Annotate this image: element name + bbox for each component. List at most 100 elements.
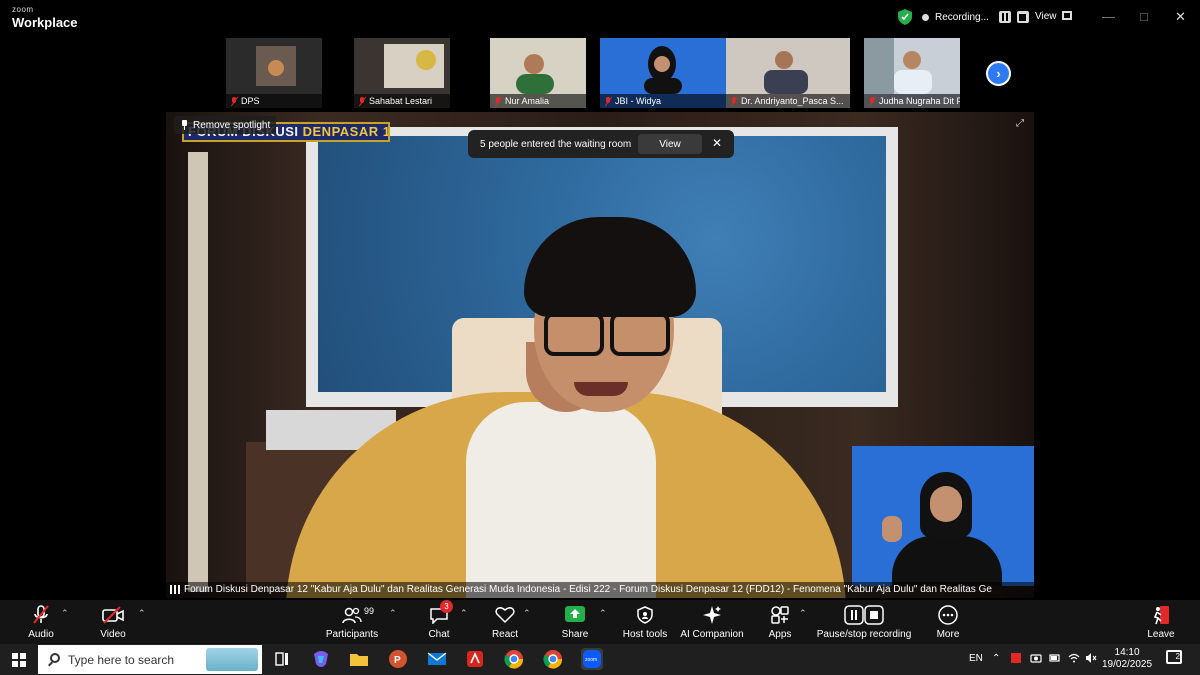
clock-date: 19/02/2025	[1102, 659, 1153, 670]
pause-stop-label: Pause/stop recording	[816, 629, 912, 640]
close-icon[interactable]: ✕	[712, 136, 722, 150]
meeting-toolbar: Audio ⌃ Video ⌃ 99 Participants ⌃ 3 Chat…	[0, 600, 1200, 644]
wifi-icon[interactable]	[1068, 652, 1080, 664]
share-screen-icon	[565, 606, 585, 622]
copilot-icon[interactable]	[310, 648, 332, 670]
remove-spotlight-label: Remove spotlight	[193, 119, 271, 131]
video-options-chevron-icon[interactable]: ⌃	[138, 608, 146, 619]
encryption-shield-icon[interactable]	[898, 9, 912, 25]
ticker-bar: Forum Diskusi Denpasar 12 "Kabur Aja Dul…	[166, 582, 1034, 598]
participants-label: Participants	[325, 629, 379, 640]
sign-language-interpreter-video[interactable]	[852, 446, 1034, 586]
pause-stop-icon	[844, 605, 884, 625]
close-icon[interactable]: ✕	[1175, 9, 1186, 25]
participants-options-chevron-icon[interactable]: ⌃	[389, 608, 397, 619]
notification-center-icon[interactable]: 2	[1166, 650, 1182, 664]
chevron-up-icon[interactable]: ⌃	[992, 653, 1000, 664]
recording-label: Recording...	[935, 11, 989, 23]
muted-mic-icon	[730, 96, 738, 106]
muted-mic-icon	[868, 96, 876, 106]
view-grid-icon[interactable]	[1062, 11, 1072, 20]
powerpoint-icon[interactable]: P	[387, 648, 409, 670]
chat-label: Chat	[428, 629, 450, 640]
muted-mic-icon	[230, 96, 238, 106]
participant-tile[interactable]: Judha Nugraha Dit PW...	[864, 38, 960, 108]
participant-name: DPS	[241, 96, 260, 106]
brand-name: Workplace	[12, 15, 78, 30]
ai-companion-button[interactable]: AI Companion	[677, 604, 747, 640]
windows-start-icon[interactable]	[12, 653, 26, 667]
toast-view-button[interactable]: View	[638, 134, 702, 154]
task-view-icon[interactable]	[271, 648, 293, 670]
video-detail	[892, 536, 1002, 586]
participant-name: Nur Amalia	[505, 96, 550, 106]
leave-icon	[1153, 606, 1169, 625]
more-icon	[938, 605, 958, 625]
video-off-icon	[102, 606, 124, 624]
leave-label: Leave	[1147, 629, 1175, 640]
zoom-app-icon[interactable]: zoom	[581, 648, 603, 670]
audio-options-chevron-icon[interactable]: ⌃	[61, 608, 69, 619]
mail-icon[interactable]	[426, 648, 448, 670]
chat-options-chevron-icon[interactable]: ⌃	[460, 608, 468, 619]
react-options-chevron-icon[interactable]: ⌃	[523, 608, 531, 619]
video-detail	[882, 516, 902, 542]
leave-button[interactable]: Leave	[1126, 604, 1196, 640]
camera-tray-icon[interactable]	[1030, 652, 1042, 664]
view-menu-button[interactable]: View	[1035, 11, 1057, 22]
video-detail	[544, 312, 670, 356]
participant-tile[interactable]: Dr. Andriyanto_Pasca S...	[726, 38, 850, 108]
participant-tile[interactable]: Sahabat Lestari	[354, 38, 450, 108]
participants-button[interactable]: 99 Participants	[317, 604, 387, 640]
acrobat-icon[interactable]	[464, 648, 486, 670]
expand-icon[interactable]: ⤢	[1016, 118, 1024, 129]
minimize-icon[interactable]: —	[1102, 9, 1115, 24]
participant-tile[interactable]: Nur Amalia	[490, 38, 586, 108]
notification-count: 2	[1175, 652, 1180, 661]
chat-badge: 3	[440, 600, 453, 613]
battery-icon[interactable]	[1049, 652, 1061, 664]
pin-icon	[180, 120, 189, 130]
video-label: Video	[100, 629, 126, 640]
participant-tile[interactable]: DPS	[226, 38, 322, 108]
ai-companion-label: AI Companion	[680, 629, 744, 640]
chrome-profile-icon[interactable]	[542, 648, 564, 670]
video-detail	[466, 402, 656, 598]
brand-small: zoom	[12, 5, 34, 14]
file-explorer-icon[interactable]	[348, 648, 370, 670]
participant-name: Sahabat Lestari	[369, 96, 433, 106]
apps-icon	[771, 606, 789, 624]
volume-muted-icon[interactable]	[1085, 652, 1097, 664]
shield-icon	[637, 606, 653, 624]
more-button[interactable]: More	[913, 604, 983, 640]
language-indicator[interactable]: EN	[969, 653, 983, 664]
muted-mic-icon	[358, 96, 366, 106]
svg-text:P: P	[394, 655, 401, 666]
taskbar-search-input[interactable]: Type here to search	[38, 645, 262, 674]
pause-stop-recording-button[interactable]: Pause/stop recording	[816, 604, 912, 640]
app-logo: zoom Workplace	[12, 5, 78, 30]
recording-status: Recording...	[898, 8, 1029, 26]
host-tools-button[interactable]: Host tools	[610, 604, 680, 640]
maximize-icon[interactable]: □	[1140, 9, 1148, 24]
apps-options-chevron-icon[interactable]: ⌃	[799, 608, 807, 619]
tray-app-icon[interactable]	[1010, 652, 1022, 664]
sparkle-icon	[703, 606, 721, 624]
search-placeholder: Type here to search	[68, 652, 175, 667]
participant-tile[interactable]: JBI - Widya	[600, 38, 726, 108]
title-bar: zoom Workplace Recording... View — □ ✕	[0, 0, 1200, 36]
share-options-chevron-icon[interactable]: ⌃	[599, 608, 607, 619]
chevron-right-icon: ›	[996, 66, 1001, 81]
system-clock[interactable]: 14:10 19/02/2025	[1102, 647, 1152, 671]
pause-recording-button[interactable]	[998, 11, 1011, 23]
remove-spotlight-button[interactable]: Remove spotlight	[174, 116, 277, 134]
stop-recording-button[interactable]	[1016, 11, 1029, 23]
video-feed	[764, 51, 808, 94]
next-page-button[interactable]: ›	[986, 61, 1011, 86]
chrome-icon[interactable]	[503, 648, 525, 670]
apps-label: Apps	[768, 629, 792, 640]
video-detail	[574, 382, 628, 396]
toast-message: 5 people entered the waiting room	[480, 138, 632, 150]
spotlight-video[interactable]: FORUM DISKUSI DENPASAR 12 Remove spotlig…	[166, 112, 1034, 598]
audio-label: Audio	[28, 629, 54, 640]
